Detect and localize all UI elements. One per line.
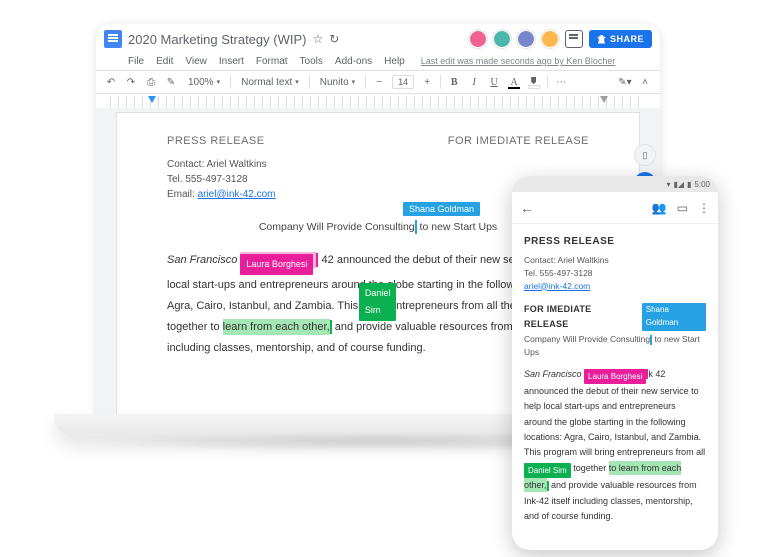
phone-press-release: PRESS RELEASE: [524, 234, 706, 250]
contact-name: Contact: Ariel Waltkins: [167, 157, 589, 172]
phone-body-c: and provide valuable resources from Ink-…: [524, 480, 697, 521]
phone-body-b: together: [571, 463, 609, 473]
menu-bar: File Edit View Insert Format Tools Add-o…: [96, 52, 660, 70]
paint-format-icon[interactable]: ✎: [164, 75, 178, 89]
headline-part-b: to new Start Ups: [417, 221, 498, 233]
docs-logo-icon: [104, 30, 122, 48]
phone-appbar-actions: 👥 ▭ ⋮: [652, 201, 710, 215]
phone-collab-shana: Shana Goldman: [642, 303, 706, 331]
phone-status-bar: ▾ ▮◢ ▮ 5:00: [512, 176, 718, 192]
phone-time: 5:00: [694, 180, 710, 189]
sync-icon[interactable]: ↻: [329, 32, 339, 46]
phone-collab-daniel: Daniel Sim: [524, 463, 571, 479]
side-action-grey[interactable]: ▯: [634, 144, 656, 166]
email-label: Email:: [167, 189, 198, 200]
toolbar: ↶ ↷ ⎙ ✎ 100%▾ Normal text▾ Nunito▾ − 14 …: [96, 70, 660, 94]
share-button[interactable]: SHARE: [589, 30, 652, 48]
daniel-highlight: learn from each other,: [223, 319, 330, 335]
print-icon[interactable]: ⎙: [144, 75, 158, 89]
header-row: PRESS RELEASE FOR IMEDIATE RELEASE: [167, 135, 589, 147]
phone-collab-laura: Laura Borghesi: [584, 369, 646, 385]
phone-body-paragraph: San Francisco Laura Borghesik 42 announc…: [524, 367, 706, 525]
laura-highlight: Laura Borghesi: [240, 252, 316, 268]
font-select[interactable]: Nunito▾: [316, 75, 359, 90]
battery-icon: ▮: [687, 180, 691, 189]
last-edit-text[interactable]: Last edit was made seconds ago by Ken Bl…: [421, 56, 616, 66]
menu-view[interactable]: View: [185, 56, 207, 67]
ruler[interactable]: [110, 96, 646, 108]
phone-for-release: FOR IMEDIATE RELEASE: [524, 302, 636, 331]
text-color-button[interactable]: A: [507, 75, 521, 89]
right-indent-marker[interactable]: [600, 96, 608, 104]
menu-help[interactable]: Help: [384, 56, 405, 67]
phone-headline: Company Will Provide Consulting to new S…: [524, 333, 706, 359]
highlight-button[interactable]: [527, 75, 541, 89]
email-link[interactable]: ariel@ink-42.com: [198, 189, 276, 200]
menu-addons[interactable]: Add-ons: [335, 56, 372, 67]
redo-icon[interactable]: ↷: [124, 75, 138, 89]
more-tools-icon[interactable]: ⋯: [554, 75, 568, 89]
bold-button[interactable]: B: [447, 75, 461, 89]
phone-comment-icon[interactable]: ▭: [677, 201, 688, 215]
phone-contact-tel: Tel. 555-497-3128: [524, 267, 706, 280]
zoom-select[interactable]: 100%▾: [184, 75, 224, 90]
style-select[interactable]: Normal text▾: [237, 75, 303, 90]
phone-app-bar: ← 👥 ▭ ⋮: [512, 192, 718, 224]
headline-part-a: Company Will Provide Consulting: [259, 221, 415, 233]
menu-edit[interactable]: Edit: [156, 56, 173, 67]
underline-button[interactable]: U: [487, 75, 501, 89]
titlebar-right: SHARE: [469, 30, 652, 48]
phone-document[interactable]: PRESS RELEASE Contact: Ariel Waltkins Te…: [512, 224, 718, 534]
collab-cursor-laura: Laura Borghesi: [240, 254, 313, 275]
signal-icon: ▮◢: [673, 180, 684, 189]
menu-format[interactable]: Format: [256, 56, 288, 67]
collapse-toolbar-icon[interactable]: ˄: [638, 75, 652, 89]
font-size-input[interactable]: 14: [392, 75, 414, 89]
menu-insert[interactable]: Insert: [219, 56, 244, 67]
style-value: Normal text: [241, 77, 292, 88]
italic-button[interactable]: I: [467, 75, 481, 89]
press-release-label: PRESS RELEASE: [167, 135, 265, 147]
phone-more-icon[interactable]: ⋮: [698, 201, 710, 215]
for-release-label: FOR IMEDIATE RELEASE: [448, 135, 589, 147]
font-size-decrement[interactable]: −: [372, 75, 386, 89]
left-indent-marker[interactable]: [148, 96, 156, 104]
phone-back-icon[interactable]: ←: [520, 200, 534, 216]
comments-icon[interactable]: [565, 30, 583, 48]
phone-contact-email: ariel@ink-42.com: [524, 280, 706, 293]
collab-cursor-shana: Shana Goldman: [403, 202, 480, 216]
menu-tools[interactable]: Tools: [300, 56, 323, 67]
phone-release-row: FOR IMEDIATE RELEASE Shana Goldman: [524, 302, 706, 331]
collab-cursor-daniel: Daniel Sim: [359, 283, 397, 321]
font-value: Nunito: [320, 77, 349, 88]
separator: [230, 75, 231, 89]
separator: [547, 75, 548, 89]
separator: [365, 75, 366, 89]
phone-contact-name: Contact: Ariel Waltkins: [524, 254, 706, 267]
phone-sf: San Francisco: [524, 369, 582, 379]
star-icon[interactable]: ☆: [312, 32, 323, 46]
wifi-icon: ▾: [666, 180, 670, 189]
editing-mode-icon[interactable]: ✎▾: [618, 75, 632, 89]
phone-frame: ▾ ▮◢ ▮ 5:00 ← 👥 ▭ ⋮ PRESS RELEASE Contac…: [512, 176, 718, 550]
font-size-increment[interactable]: +: [420, 75, 434, 89]
collab-avatar-4[interactable]: [541, 30, 559, 48]
phone-collab-icon[interactable]: 👥: [652, 201, 667, 215]
document-title[interactable]: 2020 Marketing Strategy (WIP): [128, 32, 306, 47]
collab-avatar-2[interactable]: [493, 30, 511, 48]
collab-avatar-1[interactable]: [469, 30, 487, 48]
undo-icon[interactable]: ↶: [104, 75, 118, 89]
phone-email-link[interactable]: ariel@ink-42.com: [524, 281, 590, 291]
phone-headline-a: Company Will Provide Consulting: [524, 334, 650, 344]
separator: [309, 75, 310, 89]
title-bar: 2020 Marketing Strategy (WIP) ☆ ↻ SHARE: [96, 24, 660, 52]
separator: [440, 75, 441, 89]
collab-avatar-3[interactable]: [517, 30, 535, 48]
zoom-value: 100%: [188, 77, 214, 88]
san-francisco: San Francisco: [167, 254, 237, 266]
menu-file[interactable]: File: [128, 56, 144, 67]
